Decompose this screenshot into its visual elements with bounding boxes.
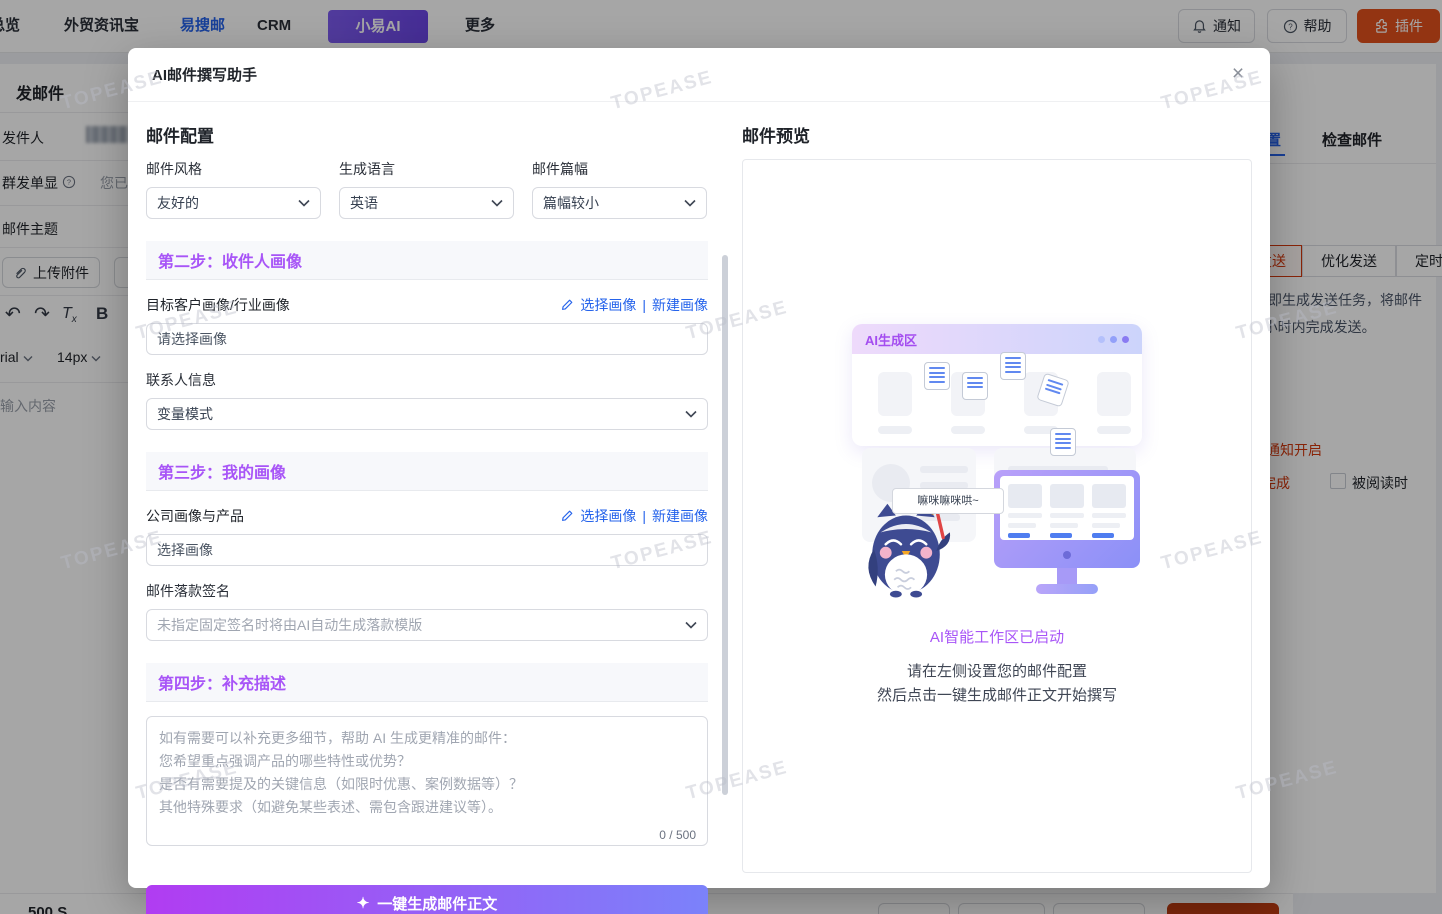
new-persona-link[interactable]: 新建画像 — [652, 295, 708, 315]
document-icon — [924, 362, 950, 390]
select-persona-link[interactable]: 选择画像 — [580, 295, 636, 315]
screen: 总览 外贸资讯宝 易搜邮 CRM 小易AI 更多 通知 ? 帮助 插件 发邮件 … — [0, 0, 1442, 914]
length-label: 邮件篇幅 — [532, 159, 707, 179]
chevron-down-icon — [685, 621, 697, 629]
select-company-persona-link[interactable]: 选择画像 — [580, 506, 636, 526]
style-label: 邮件风格 — [146, 159, 321, 179]
ai-illustration: AI生成区 — [852, 324, 1142, 600]
mail-preview-column: 邮件预览 AI生成区 — [742, 102, 1252, 914]
mail-config-column: 邮件配置 邮件风格 友好的 生成语言 英语 — [146, 102, 708, 914]
persona-label: 目标客户画像/行业画像 — [146, 295, 290, 315]
preview-hint: 请在左侧设置您的邮件配置 然后点击一键生成邮件正文开始撰写 — [877, 660, 1117, 708]
step4-header: 第四步：补充描述 — [146, 663, 708, 702]
chevron-down-icon — [298, 199, 310, 207]
config-row: 邮件风格 友好的 生成语言 英语 邮件篇幅 — [146, 159, 708, 219]
edit-pencil-icon — [560, 298, 574, 312]
config-title: 邮件配置 — [146, 122, 708, 147]
chevron-down-icon — [684, 199, 696, 207]
persona-input[interactable] — [146, 323, 708, 355]
ai-workspace-status: AI智能工作区已启动 — [930, 626, 1064, 647]
ai-generate-window: AI生成区 — [852, 324, 1142, 446]
owl-mascot-icon — [854, 502, 958, 600]
ai-zone-label: AI生成区 — [865, 330, 917, 349]
language-label: 生成语言 — [339, 159, 514, 179]
signature-select[interactable]: 未指定固定签名时将由AI自动生成落款模版 — [146, 609, 708, 641]
char-counter: 0 / 500 — [659, 828, 696, 842]
contact-label: 联系人信息 — [146, 370, 708, 390]
link-separator: | — [642, 297, 646, 313]
link-separator: | — [642, 508, 646, 524]
document-icon — [962, 372, 988, 400]
window-dots-icon — [1098, 336, 1129, 343]
close-icon[interactable]: × — [1224, 61, 1252, 89]
edit-pencil-icon — [560, 509, 574, 523]
sparkle-icon: ✦ — [357, 894, 370, 912]
new-company-persona-link[interactable]: 新建画像 — [652, 506, 708, 526]
preview-title: 邮件预览 — [742, 122, 1252, 147]
signature-label: 邮件落款签名 — [146, 581, 708, 601]
monitor-illustration — [994, 470, 1140, 594]
owl-speech-bubble: 嘛咪嘛咪哄~ — [892, 488, 1004, 514]
step3-header: 第三步：我的画像 — [146, 452, 708, 491]
ai-mail-assistant-modal: AI邮件撰写助手 × 邮件配置 邮件风格 友好的 生成语言 — [128, 48, 1270, 888]
company-persona-input[interactable] — [146, 534, 708, 566]
document-icon — [1050, 428, 1076, 456]
modal-header: AI邮件撰写助手 — [128, 48, 1270, 102]
language-select[interactable]: 英语 — [339, 187, 514, 219]
document-icon — [1000, 352, 1026, 380]
chevron-down-icon — [491, 199, 503, 207]
chevron-down-icon — [685, 410, 697, 418]
company-label: 公司画像与产品 — [146, 506, 244, 526]
preview-box: AI生成区 — [742, 159, 1252, 873]
step2-header: 第二步：收件人画像 — [146, 241, 708, 280]
modal-title: AI邮件撰写助手 — [152, 64, 257, 85]
left-column-scrollbar[interactable] — [722, 255, 728, 795]
contact-mode-select[interactable]: 变量模式 — [146, 398, 708, 430]
length-select[interactable]: 篇幅较小 — [532, 187, 707, 219]
extra-description-textarea[interactable] — [146, 716, 708, 846]
generate-mail-button[interactable]: ✦ 一键生成邮件正文 — [146, 885, 708, 914]
style-select[interactable]: 友好的 — [146, 187, 321, 219]
